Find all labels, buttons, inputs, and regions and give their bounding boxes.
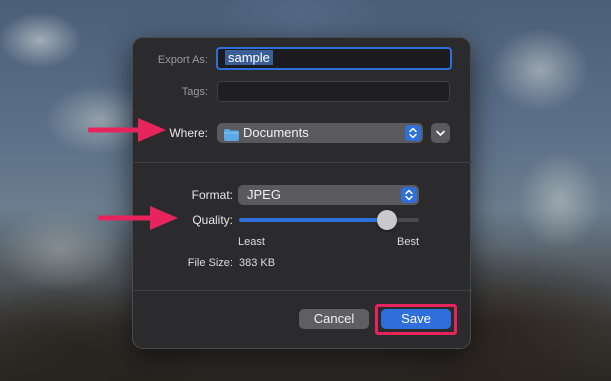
save-button[interactable]: Save [381,309,451,329]
chevron-down-icon [434,125,447,147]
export-as-value[interactable]: sample [225,50,273,65]
format-label: Format: [191,188,233,202]
folder-icon [224,127,239,141]
arrow-annotation-icon [98,206,178,230]
slider-fill [239,218,387,222]
arrow-annotation-icon [88,118,166,142]
tags-label: Tags: [181,86,208,98]
filesize-value: 383 KB [239,257,276,269]
slider-knob[interactable] [376,210,397,230]
where-value: Documents [243,125,309,140]
popup-stepper-icon [405,125,421,141]
export-as-label: Export As: [157,54,208,66]
cancel-button[interactable]: Cancel [299,309,369,329]
quality-min-label: Least [238,236,265,248]
format-value: JPEG [247,187,281,202]
filesize-label: File Size: [187,257,233,269]
quality-max-label: Best [396,236,419,248]
export-dialog: Export As: sample Tags: Where: Documents [132,37,472,349]
quality-slider[interactable] [239,210,419,230]
where-popup[interactable]: Documents [217,123,423,143]
format-popup[interactable]: JPEG [238,185,419,205]
popup-stepper-icon [401,187,417,203]
export-as-field[interactable]: sample [216,47,452,70]
separator [133,290,472,291]
separator [133,162,472,163]
expand-button[interactable] [431,123,450,143]
tags-field[interactable] [217,81,450,102]
